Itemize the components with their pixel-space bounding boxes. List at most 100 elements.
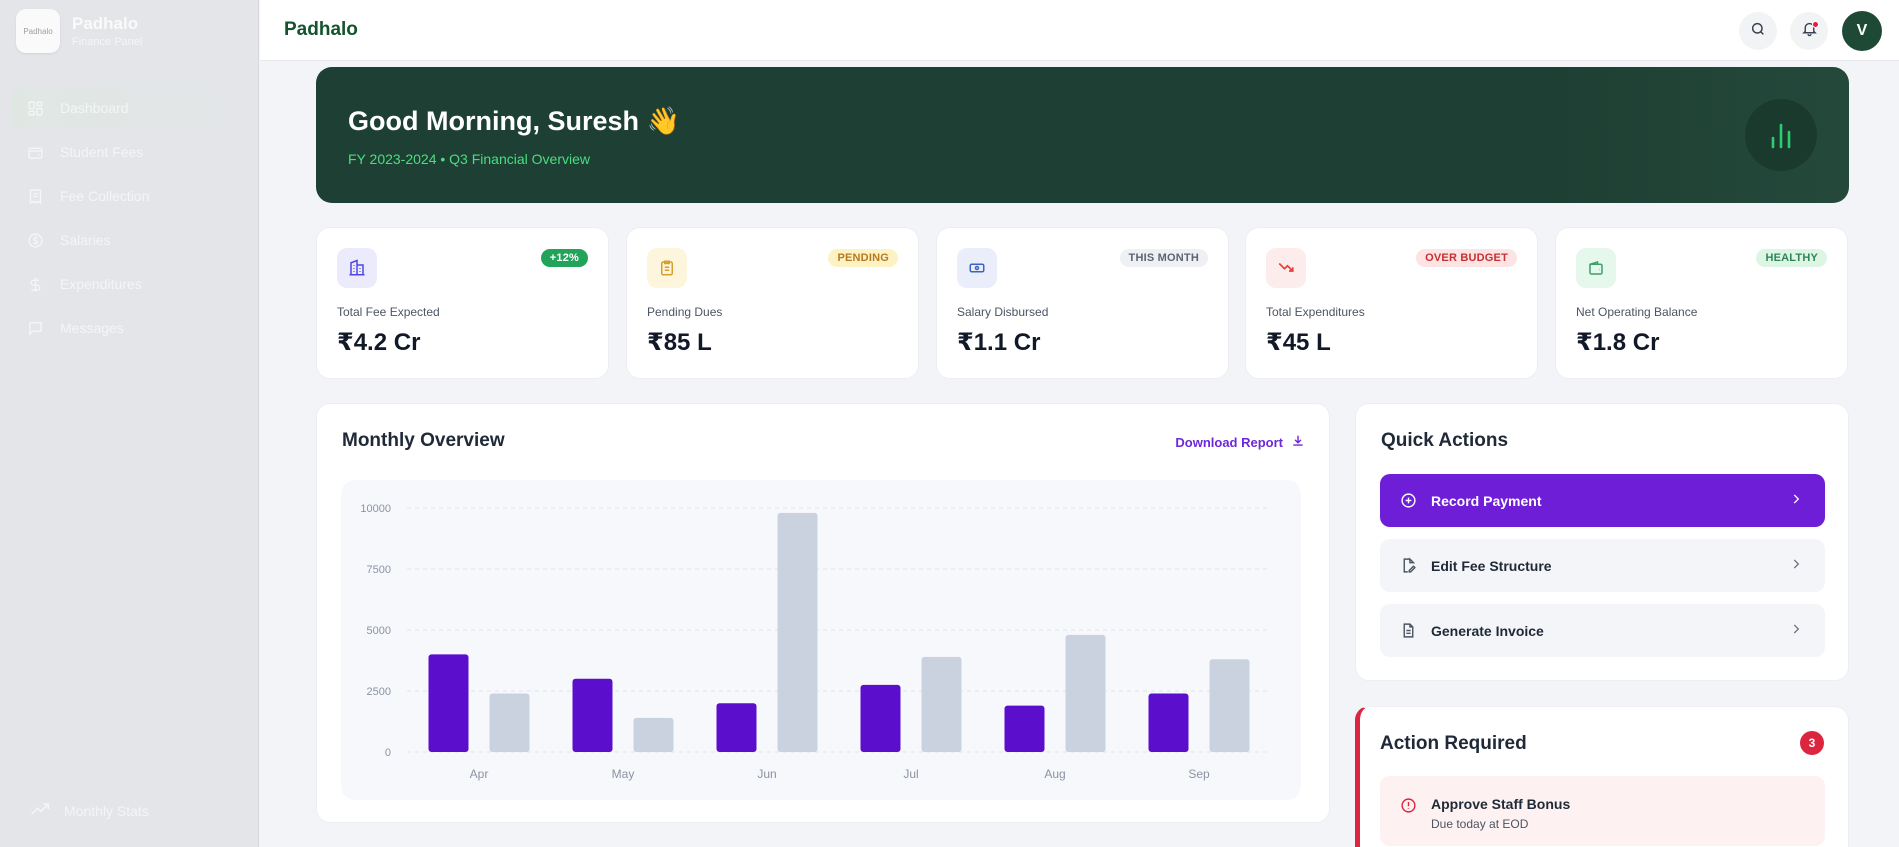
- sidebar-nav: Dashboard Student Fees Fee Collection Sa…: [12, 88, 248, 352]
- y-tick-label: 2500: [367, 686, 391, 698]
- bar: [1209, 659, 1250, 752]
- y-tick-label: 0: [385, 747, 391, 759]
- brand-logo: Padhalo: [16, 9, 60, 53]
- y-tick-label: 7500: [367, 564, 391, 576]
- sidebar-item-dashboard[interactable]: Dashboard: [12, 88, 248, 128]
- stat-label: Total Fee Expected: [337, 305, 440, 319]
- chevron-right-icon: [1789, 492, 1803, 509]
- bar: [489, 693, 530, 752]
- trending-down-icon: [1266, 248, 1306, 288]
- action-item-title: Approve Staff Bonus: [1431, 796, 1571, 812]
- monthly-overview-panel: Monthly Overview Download Report 0 2500 50…: [316, 403, 1330, 823]
- x-tick-label: Aug: [1044, 767, 1065, 781]
- file-text-icon: [1400, 622, 1417, 639]
- welcome-banner: Good Morning, Suresh 👋 FY 2023-2024 • Q3…: [316, 67, 1849, 203]
- brand[interactable]: Padhalo Padhalo Finance Panel: [16, 9, 142, 53]
- search-icon: [1750, 21, 1766, 42]
- download-icon: [1291, 434, 1305, 451]
- sidebar-item-label: Salaries: [60, 232, 111, 248]
- action-required-panel: Action Required 3 Approve Staff Bonus Du…: [1355, 706, 1849, 847]
- sidebar-item-expenditures[interactable]: Expenditures: [12, 264, 248, 304]
- stat-label: Salary Disbursed: [957, 305, 1049, 319]
- greeting: Good Morning, Suresh 👋: [348, 106, 681, 136]
- brand-logo-text: Padhalo: [23, 26, 53, 36]
- bar: [716, 703, 757, 752]
- edit-fee-structure-button[interactable]: Edit Fee Structure: [1380, 539, 1825, 592]
- record-payment-label: Record Payment: [1431, 492, 1542, 509]
- action-count-badge: 3: [1800, 731, 1824, 755]
- page-title: Padhalo: [284, 19, 358, 40]
- sidebar-item-label: Messages: [60, 320, 124, 336]
- bar: [777, 512, 818, 752]
- sidebar-item-messages[interactable]: Messages: [12, 308, 248, 348]
- stat-value: ₹1.1 Cr: [957, 329, 1041, 356]
- record-payment-button[interactable]: Record Payment: [1380, 474, 1825, 527]
- stat-card-total-fee[interactable]: +12% Total Fee Expected ₹4.2 Cr: [316, 227, 609, 379]
- monthly-overview-title: Monthly Overview: [342, 430, 505, 451]
- brand-subtitle: Finance Panel: [72, 36, 143, 48]
- avatar[interactable]: V: [1842, 11, 1882, 51]
- generate-invoice-button[interactable]: Generate Invoice: [1380, 604, 1825, 657]
- chart-area: 0 2500 5000 7500 10000 Apr May Jun Jul Aug Sep: [341, 480, 1301, 800]
- clipboard-icon: [647, 248, 687, 288]
- sidebar-item-label: Fee Collection: [60, 188, 150, 204]
- stat-card-pending-dues[interactable]: PENDING Pending Dues ₹85 L: [626, 227, 919, 379]
- x-tick-label: Apr: [470, 767, 489, 781]
- stat-card-total-expenditures[interactable]: OVER BUDGET Total Expenditures ₹45 L: [1245, 227, 1538, 379]
- quick-actions-title: Quick Actions: [1381, 430, 1509, 451]
- download-report-button[interactable]: Download Report: [1175, 434, 1305, 451]
- wallet-icon: [26, 143, 44, 161]
- file-edit-icon: [1400, 557, 1417, 574]
- sidebar-item-fee-collection[interactable]: Fee Collection: [12, 176, 248, 216]
- generate-invoice-label: Generate Invoice: [1431, 622, 1544, 639]
- building-icon: [337, 248, 377, 288]
- wallet-icon: [1576, 248, 1616, 288]
- action-item-subtitle: Due today at EOD: [1431, 817, 1529, 831]
- bar: [572, 678, 613, 752]
- stat-card-net-balance[interactable]: HEALTHY Net Operating Balance ₹1.8 Cr: [1555, 227, 1848, 379]
- banknote-icon: [957, 248, 997, 288]
- chart-icon: [1745, 99, 1817, 171]
- alert-circle-icon: [1400, 797, 1417, 819]
- plus-circle-icon: [1400, 492, 1417, 509]
- bar: [633, 717, 674, 752]
- bar: [428, 654, 469, 752]
- sidebar-item-student-fees[interactable]: Student Fees: [12, 132, 248, 172]
- receipt-icon: [26, 187, 44, 205]
- sidebar-item-label: Dashboard: [60, 100, 129, 116]
- bar: [860, 684, 901, 752]
- stat-value: ₹4.2 Cr: [337, 329, 421, 356]
- status-badge: OVER BUDGET: [1416, 249, 1517, 267]
- stat-card-salary-disbursed[interactable]: THIS MONTH Salary Disbursed ₹1.1 Cr: [936, 227, 1229, 379]
- sidebar: Padhalo Padhalo Finance Panel Dashboard …: [0, 0, 259, 847]
- bar: [921, 656, 962, 752]
- brand-name: Padhalo: [72, 14, 139, 33]
- top-bar: Padhalo V: [260, 0, 1899, 61]
- notification-dot: [1812, 21, 1819, 28]
- stat-value: ₹1.8 Cr: [1576, 329, 1660, 356]
- stat-value: ₹85 L: [647, 329, 712, 356]
- sidebar-item-salaries[interactable]: Salaries: [12, 220, 248, 260]
- search-button[interactable]: [1739, 12, 1777, 50]
- download-report-label: Download Report: [1175, 435, 1283, 450]
- message-icon: [26, 319, 44, 337]
- sidebar-monthly-stats[interactable]: Monthly Stats: [30, 802, 149, 819]
- status-badge: HEALTHY: [1756, 249, 1827, 267]
- stat-label: Net Operating Balance: [1576, 305, 1698, 319]
- stat-label: Pending Dues: [647, 305, 723, 319]
- status-badge: THIS MONTH: [1119, 249, 1208, 267]
- edit-fee-structure-label: Edit Fee Structure: [1431, 557, 1552, 574]
- x-tick-label: Jul: [903, 767, 918, 781]
- notifications-button[interactable]: [1790, 12, 1828, 50]
- sidebar-item-label: Expenditures: [60, 276, 142, 292]
- action-item[interactable]: Approve Staff Bonus Due today at EOD: [1380, 776, 1825, 846]
- stat-value: ₹45 L: [1266, 329, 1331, 356]
- y-tick-label: 5000: [367, 625, 391, 637]
- bar: [1148, 693, 1189, 752]
- action-required-title: Action Required: [1380, 733, 1527, 754]
- chevron-right-icon: [1789, 622, 1803, 639]
- y-tick-label: 10000: [360, 503, 391, 515]
- quick-actions-panel: Quick Actions Record Payment Edit Fee St…: [1355, 403, 1849, 681]
- x-tick-label: Sep: [1188, 767, 1210, 781]
- coin-icon: [26, 231, 44, 249]
